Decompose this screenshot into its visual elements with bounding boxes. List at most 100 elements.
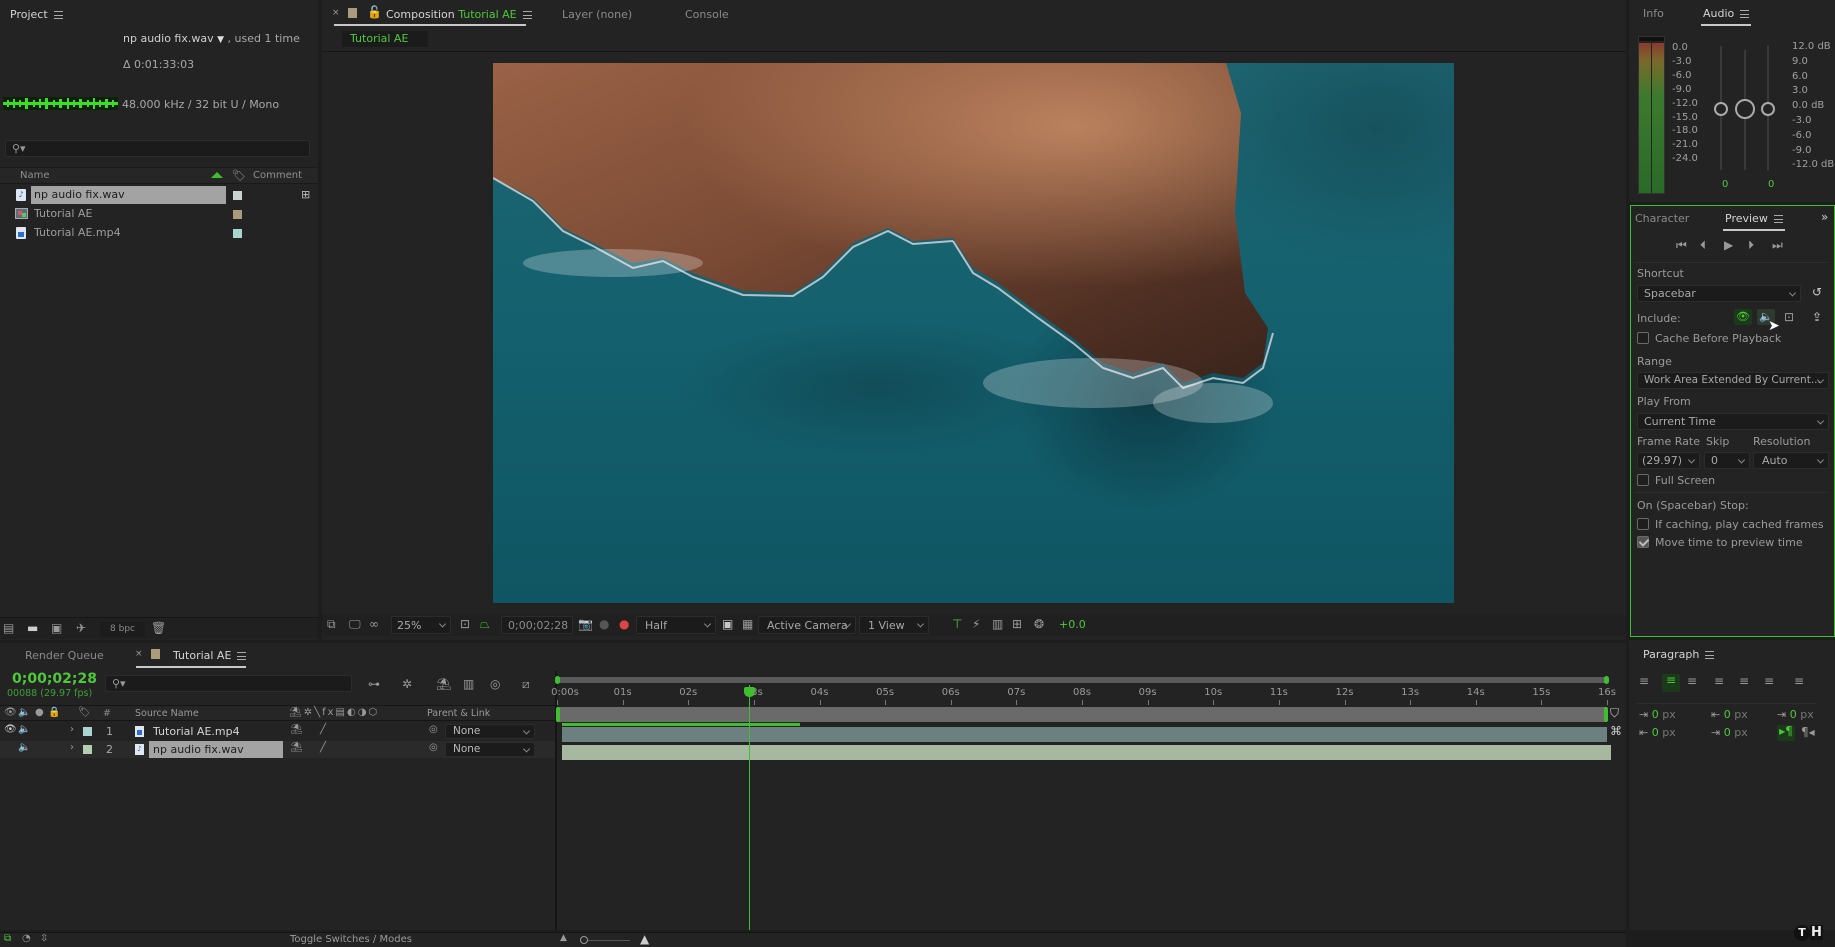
full-screen-label[interactable]: Full Screen [1655, 474, 1715, 487]
parent-link-header[interactable]: Parent & Link [427, 708, 490, 719]
indent-right-value[interactable]: 0 [1652, 726, 1659, 739]
video-visibility-icon[interactable]: 👁 [4, 725, 17, 735]
indent-right-field[interactable]: ⇤ 0 px [1639, 726, 1676, 739]
left-channel-slider-knob[interactable] [1714, 102, 1728, 116]
toggle-transparency-grid-icon[interactable]: ▦ [742, 618, 753, 630]
quality-switch-icon[interactable]: ╱ [320, 725, 326, 735]
sort-ascending-icon[interactable] [211, 172, 223, 178]
graph-editor-icon[interactable]: ⧄ [522, 678, 530, 690]
audio-enable-icon[interactable]: 🔈 [18, 743, 30, 753]
tab-console[interactable]: Console [685, 8, 729, 21]
timeline-icon[interactable]: ▥ [992, 618, 1003, 630]
project-item[interactable]: ♪ np audio fix.wav ⊞ [0, 186, 318, 204]
video-frame[interactable] [493, 63, 1454, 603]
align-center-icon[interactable]: ≡ [1662, 674, 1680, 692]
label-color-swatch[interactable] [83, 727, 92, 736]
close-tab-icon[interactable]: × [332, 9, 340, 18]
right-to-left-icon[interactable]: ¶◂ [1801, 726, 1815, 738]
expand-layer-icon[interactable]: › [70, 725, 74, 735]
shy-switch-icon[interactable]: ⛱ [290, 743, 303, 753]
zoom-slider-knob[interactable] [580, 936, 588, 944]
work-area-start-handle[interactable] [556, 707, 560, 722]
show-snapshot-icon[interactable]: ● [599, 618, 609, 630]
preview-resolution-dropdown[interactable]: Auto [1753, 452, 1829, 469]
hide-shy-layers-icon[interactable]: ⛱ [436, 678, 451, 690]
lock-icon[interactable]: 🔓 [367, 6, 382, 18]
tab-info[interactable]: Info [1643, 7, 1664, 20]
layer-row[interactable]: 👁 🔈 › 1 Tutorial AE.mp4 ⛱ ╱ ◎ None [0, 723, 555, 740]
shortcut-dropdown[interactable]: Spacebar [1637, 285, 1801, 302]
justify-all-icon[interactable]: ≡ [1794, 675, 1804, 687]
current-time-display[interactable]: 0;00;02;28 [12, 671, 97, 687]
frame-blending-icon[interactable]: ▥ [463, 678, 474, 690]
move-time-label[interactable]: Move time to preview time [1655, 536, 1803, 549]
full-screen-checkbox[interactable] [1637, 474, 1649, 486]
magnification-dropdown[interactable]: 25% [391, 616, 451, 634]
space-before-field[interactable]: ⇤ 0 px [1711, 708, 1748, 721]
tab-layer[interactable]: Layer (none) [562, 8, 632, 21]
label-color-swatch[interactable] [233, 229, 242, 238]
expand-layer-icon[interactable]: › [70, 743, 74, 753]
tab-audio[interactable]: Audio [1703, 7, 1750, 20]
comp-breadcrumb[interactable]: Tutorial AE [342, 31, 428, 47]
monitor-icon[interactable]: 🖵 [349, 618, 361, 630]
left-to-right-icon[interactable]: ▸¶ [1777, 725, 1795, 741]
viewer-area[interactable] [322, 52, 1626, 612]
tab-render-queue[interactable]: Render Queue [25, 649, 104, 662]
usage-dropdown-icon[interactable]: ▼ [217, 35, 224, 45]
3d-glasses-icon[interactable]: ∞ [369, 618, 379, 630]
audio-enable-icon[interactable]: 🔈 [18, 725, 30, 735]
parent-dropdown[interactable]: None [445, 724, 535, 739]
label-color-swatch[interactable] [233, 191, 242, 200]
skip-dropdown[interactable]: 0 [1704, 452, 1750, 469]
snapshot-camera-icon[interactable]: 📷 [578, 618, 593, 630]
label-tag-icon[interactable]: 🏷 [232, 169, 246, 182]
if-caching-checkbox[interactable] [1637, 518, 1649, 530]
always-preview-icon[interactable]: ⧉ [327, 618, 336, 630]
right-channel-value[interactable]: 0 [1768, 179, 1774, 190]
comp-marker-bin-icon[interactable]: ⛉ [1610, 707, 1619, 719]
in-out-toggle-icon[interactable]: ⇳ [40, 934, 48, 944]
column-name[interactable]: Name [20, 170, 50, 181]
source-name-header[interactable]: Source Name [135, 708, 199, 719]
right-channel-slider-knob[interactable] [1761, 102, 1775, 116]
draft-3d-icon[interactable]: ✲ [402, 678, 412, 690]
color-channels-icon[interactable]: ● [619, 618, 629, 630]
zoom-slider[interactable] [580, 936, 630, 944]
layer-bar-video[interactable] [562, 727, 1607, 742]
previous-frame-icon[interactable]: ⏴ [1700, 239, 1706, 251]
frame-rate-dropdown[interactable]: (29.97) [1637, 452, 1700, 469]
shy-switch-icon[interactable]: ⛱ [290, 725, 303, 735]
tab-preview[interactable]: Preview [1725, 212, 1783, 225]
parent-pickwhip-icon[interactable]: ◎ [429, 743, 438, 753]
toggle-switches-modes-button[interactable]: Toggle Switches / Modes [290, 934, 412, 945]
layer-bar-audio[interactable] [562, 745, 1611, 760]
first-frame-icon[interactable]: ⏮ [1676, 239, 1687, 251]
playhead[interactable] [744, 685, 756, 930]
justify-last-right-icon[interactable]: ≡ [1764, 675, 1774, 687]
interpret-footage-icon[interactable]: ▤ [3, 622, 14, 634]
include-video-toggle[interactable]: 👁 [1734, 309, 1752, 325]
quality-switch-icon[interactable]: ╱ [320, 743, 326, 753]
reset-icon[interactable]: ↺ [1812, 286, 1822, 298]
cache-before-playback-checkbox[interactable] [1637, 332, 1649, 344]
panel-menu-icon[interactable] [1740, 10, 1750, 18]
label-color-swatch[interactable] [233, 210, 242, 219]
adobe-media-encoder-icon[interactable]: ✈ [76, 622, 86, 634]
panel-menu-icon[interactable] [522, 11, 532, 19]
paragraph-tab[interactable]: Paragraph [1643, 648, 1715, 661]
comp-button-icon[interactable]: ⌘ [1610, 725, 1622, 737]
parent-pickwhip-icon[interactable]: ◎ [429, 725, 438, 735]
project-item[interactable]: Tutorial AE [0, 205, 318, 223]
master-slider-knob[interactable] [1735, 99, 1755, 119]
work-area-bar[interactable] [556, 707, 1608, 722]
play-icon[interactable]: ▶ [1724, 239, 1733, 251]
project-tab[interactable]: Project [10, 8, 63, 21]
expand-panels-icon[interactable]: » [1821, 211, 1828, 223]
zoom-out-icon[interactable]: ▲ [560, 934, 567, 943]
current-time-field[interactable]: 0;00;02;28 [501, 616, 573, 634]
layer-row[interactable]: 🔈 › 2 ♪ np audio fix.wav ⛱ ╱ ◎ None [0, 741, 555, 758]
transparency-grid-icon[interactable]: ⏢ [480, 618, 490, 630]
next-frame-icon[interactable]: ⏵ [1748, 239, 1754, 251]
tab-composition[interactable]: Composition Tutorial AE [386, 8, 532, 21]
